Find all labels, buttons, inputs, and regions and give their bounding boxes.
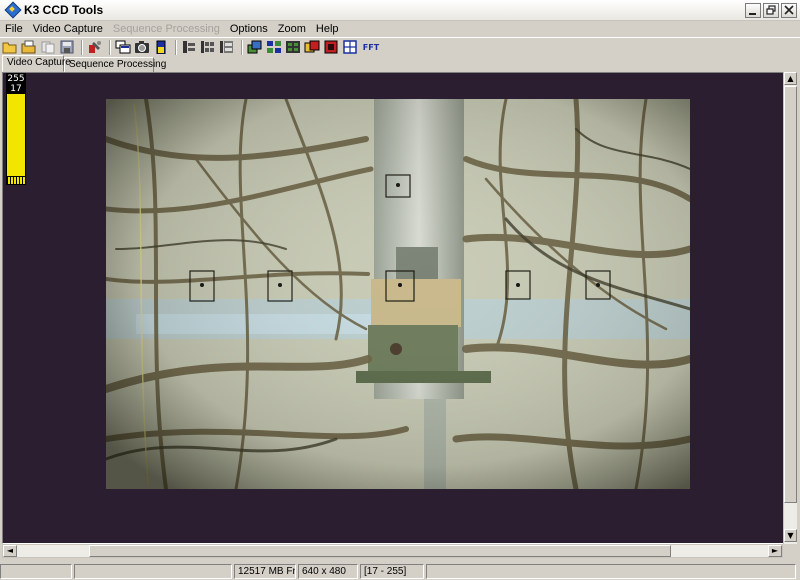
minimize-button[interactable] [745,3,761,18]
fft-button[interactable]: FFT [361,39,381,55]
status-bar: 12517 MB Free 640 x 480 [17 - 255] [0,562,800,580]
scroll-right-arrow[interactable]: ► [768,545,782,557]
film-strip-icon[interactable] [181,39,197,55]
floppy-icon[interactable] [59,39,75,55]
horizontal-scroll-thumb[interactable] [89,545,671,557]
window-title: K3 CCD Tools [24,3,104,17]
tab-sequence-processing[interactable]: Sequence Processing [64,57,166,72]
menu-sequence-processing[interactable]: Sequence Processing [108,23,225,35]
align-icon[interactable] [266,39,282,55]
status-range: [17 - 255] [360,563,424,579]
flat-field-icon[interactable] [304,39,320,55]
window-controls [745,3,797,18]
status-pane-2 [74,563,232,579]
status-free-space: 12517 MB Free [234,563,296,579]
dual-frames-icon[interactable] [247,39,263,55]
tab-strip: Video Capture Sequence Processing [0,55,800,72]
level-meter: 255 17 [6,73,26,185]
menu-zoom[interactable]: Zoom [273,23,311,35]
scroll-up-arrow[interactable]: ▲ [784,72,797,85]
toolbar-separator [175,39,177,55]
vertical-scroll-thumb[interactable] [784,86,797,503]
video-preview-image [106,99,690,489]
status-pane-1 [0,563,72,579]
save-icon[interactable] [21,39,37,55]
restore-icon [766,5,776,15]
scroll-left-arrow[interactable]: ◄ [3,545,17,557]
capture-workspace: 255 17 [2,72,796,544]
dark-frame-icon[interactable] [323,39,339,55]
toolbar-separator [109,39,111,55]
level-meter-scale [7,176,25,184]
title-bar: K3 CCD Tools [0,0,800,21]
restore-button[interactable] [763,3,779,18]
wrench-icon[interactable] [87,39,103,55]
tab-video-capture[interactable]: Video Capture [2,55,71,72]
menu-options[interactable]: Options [225,23,273,35]
toolbar-separator [81,39,83,55]
status-resolution: 640 x 480 [298,563,358,579]
menu-file[interactable]: File [0,23,28,35]
level-max-label: 255 [7,74,25,84]
close-icon [784,5,794,15]
film-strip-3-icon[interactable] [219,39,235,55]
vertical-scrollbar[interactable]: ▲ ▼ [783,72,797,544]
close-button[interactable] [781,3,797,18]
camera-icon[interactable] [134,39,150,55]
open-folder-icon[interactable] [2,39,18,55]
menu-video-capture[interactable]: Video Capture [28,23,108,35]
menu-bar: File Video Capture Sequence Processing O… [0,21,800,37]
toolbar-separator [241,39,243,55]
menu-help[interactable]: Help [311,23,344,35]
horizontal-scrollbar[interactable]: ◄ ► [2,544,783,558]
video-preview[interactable] [106,99,690,489]
minimize-icon [749,13,756,15]
level-min-label: 17 [7,84,25,94]
capture-window-icon[interactable] [115,39,131,55]
crosshair-icon[interactable] [342,39,358,55]
scroll-down-arrow[interactable]: ▼ [784,529,797,542]
toolbar: FFT [0,37,800,56]
status-pane-6 [426,563,796,579]
copy-icon[interactable] [40,39,56,55]
film-strip-2-icon[interactable] [200,39,216,55]
stack-icon[interactable] [285,39,301,55]
battery-icon[interactable] [153,39,169,55]
app-icon [5,3,19,17]
